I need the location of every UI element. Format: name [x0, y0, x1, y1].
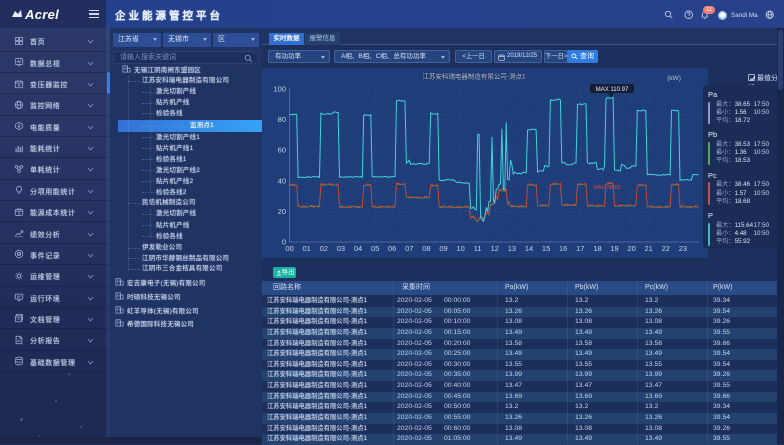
svg-text:10: 10 — [456, 244, 464, 253]
svg-text:60: 60 — [278, 146, 286, 155]
svg-text:16: 16 — [559, 244, 567, 253]
svg-text:15: 15 — [542, 244, 550, 253]
svg-text:13: 13 — [508, 244, 516, 253]
svg-text:02: 02 — [320, 244, 328, 253]
svg-text:09: 09 — [439, 244, 447, 253]
svg-text:80: 80 — [278, 115, 286, 124]
svg-text:19: 19 — [610, 244, 618, 253]
svg-text:100: 100 — [273, 85, 286, 94]
svg-text:00: 00 — [285, 244, 293, 253]
svg-text:MAX 38.65: MAX 38.65 — [593, 185, 620, 191]
svg-text:23: 23 — [679, 244, 687, 253]
svg-text:08: 08 — [422, 244, 430, 253]
svg-text:0: 0 — [282, 238, 286, 247]
svg-text:20: 20 — [627, 244, 635, 253]
svg-text:22: 22 — [662, 244, 670, 253]
svg-text:03: 03 — [337, 244, 345, 253]
svg-text:21: 21 — [645, 244, 653, 253]
svg-text:05: 05 — [371, 244, 379, 253]
svg-text:07: 07 — [405, 244, 413, 253]
svg-text:04: 04 — [354, 244, 362, 253]
svg-text:06: 06 — [388, 244, 396, 253]
svg-text:11: 11 — [474, 244, 482, 253]
svg-text:20: 20 — [278, 207, 286, 216]
svg-text:01: 01 — [303, 244, 311, 253]
svg-text:17: 17 — [576, 244, 584, 253]
svg-text:12: 12 — [491, 244, 499, 253]
svg-text:(kW): (kW) — [667, 75, 681, 82]
svg-text:MAX 110.97: MAX 110.97 — [596, 87, 629, 93]
svg-text:40: 40 — [278, 176, 286, 185]
svg-text:18: 18 — [593, 244, 601, 253]
svg-text:江苏安科瑞电器制造有限公司-测点1: 江苏安科瑞电器制造有限公司-测点1 — [422, 72, 526, 81]
svg-text:14: 14 — [525, 244, 533, 253]
